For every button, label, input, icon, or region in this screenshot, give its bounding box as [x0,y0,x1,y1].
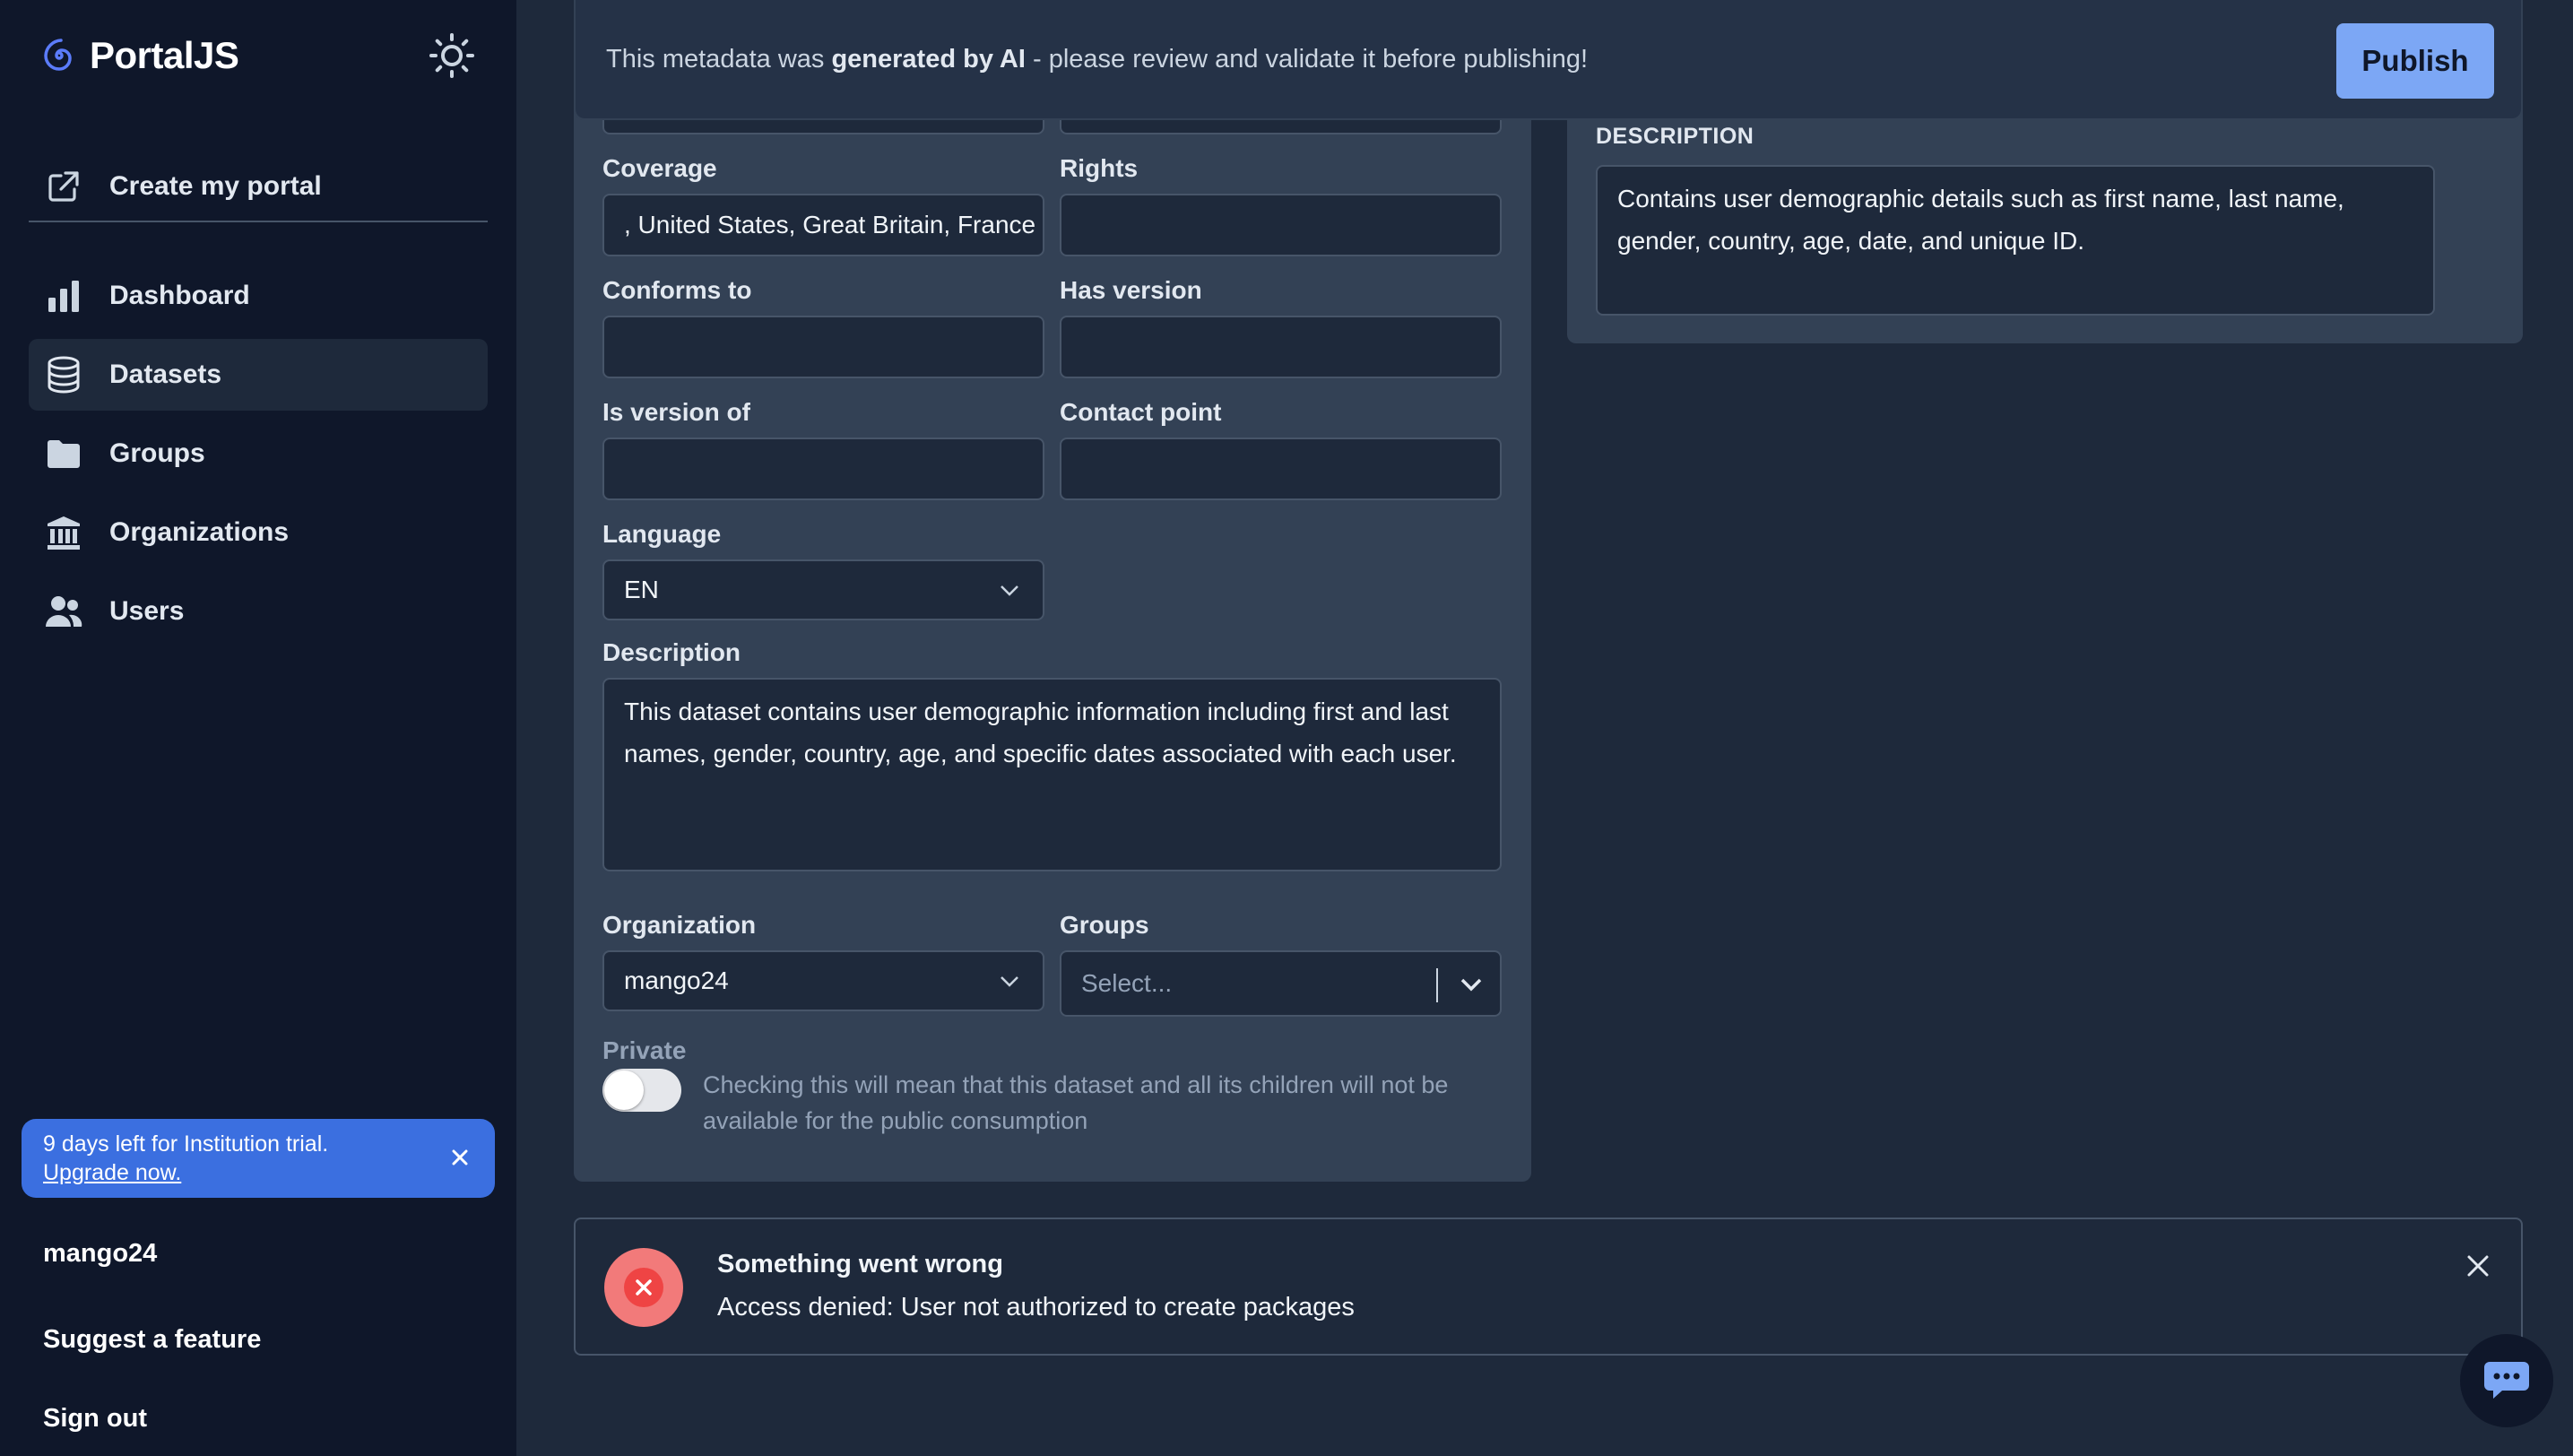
sidebar-item-organizations[interactable]: Organizations [29,497,488,568]
database-icon [45,356,82,394]
alert-message: Access denied: User not authorized to cr… [717,1293,1355,1322]
users-icon [45,593,82,630]
resource-description-label: DESCRIPTION [1596,124,1754,149]
coverage-label: Coverage [602,154,717,182]
create-portal-link[interactable]: Create my portal [29,151,488,222]
sidebar-item-datasets[interactable]: Datasets [29,339,488,411]
sidebar-item-users[interactable]: Users [29,576,488,647]
groups-select[interactable]: Select... [1060,950,1502,1017]
chat-icon [2484,1362,2529,1399]
ai-metadata-banner: This metadata was generated by AI - plea… [574,0,2523,120]
sidebar-item-label: Dashboard [109,281,250,310]
description-textarea[interactable]: This dataset contains user demographic i… [602,678,1502,871]
sign-out-link[interactable]: Sign out [43,1404,147,1434]
banner-bold: generated by AI [831,45,1026,74]
bar-chart-icon [45,277,82,315]
chevron-down-icon [1001,976,1018,987]
brand-logo[interactable]: PortalJS [41,34,239,77]
building-icon [45,514,82,551]
conforms-to-label: Conforms to [602,276,752,304]
sidebar-item-label: Users [109,596,185,626]
private-help-text: Checking this will mean that this datase… [703,1071,1449,1134]
rights-input[interactable] [1060,194,1502,256]
sidebar-item-dashboard[interactable]: Dashboard [29,260,488,332]
sidebar-item-label: Datasets [109,360,222,389]
close-icon[interactable] [448,1146,472,1169]
error-alert: Something went wrong Access denied: User… [574,1218,2523,1356]
sidebar-item-label: Organizations [109,517,290,547]
sidebar-item-label: Groups [109,438,205,468]
groups-label: Groups [1060,911,1149,939]
spiral-logo-icon [44,39,72,71]
conforms-to-input[interactable] [602,316,1044,378]
contact-point-label: Contact point [1060,398,1222,426]
toggle-knob [604,1070,644,1110]
upgrade-link[interactable]: Upgrade now. [43,1160,181,1186]
language-label: Language [602,520,722,548]
coverage-input[interactable]: , United States, Great Britain, France [602,194,1044,256]
banner-message: This metadata was generated by AI - plea… [606,45,1589,74]
has-version-label: Has version [1060,276,1202,304]
publish-button[interactable]: Publish [2336,23,2494,99]
brand-name: PortalJS [90,34,239,76]
create-portal-label: Create my portal [109,171,322,201]
is-version-of-input[interactable] [602,438,1044,500]
sidebar: PortalJS Create my portal Dashboard Data… [0,0,516,1456]
chevron-down-icon [1001,585,1018,596]
organization-select[interactable]: mango24 [602,950,1044,1011]
trial-notice: 9 days left for Institution trial. Upgra… [22,1119,495,1198]
language-select[interactable]: EN [602,559,1044,620]
chat-button[interactable] [2460,1334,2553,1427]
is-version-of-label: Is version of [602,398,750,426]
contact-point-input[interactable] [1060,438,1502,500]
external-link-icon [45,168,82,205]
private-label: Private [602,1036,687,1064]
has-version-input[interactable] [1060,316,1502,378]
current-user[interactable]: mango24 [43,1239,157,1269]
error-icon [604,1248,683,1327]
trial-text: 9 days left for Institution trial. [43,1131,329,1157]
organization-value: mango24 [624,966,729,994]
alert-title: Something went wrong [717,1250,1003,1278]
groups-placeholder: Select... [1081,969,1173,997]
sidebar-item-groups[interactable]: Groups [29,418,488,490]
chevron-down-icon [1460,978,1482,992]
folder-icon [45,435,82,472]
close-icon[interactable] [2465,1253,2491,1278]
nav-divider [29,221,488,222]
description-label: Description [602,638,741,666]
sun-icon[interactable] [429,32,475,79]
organization-label: Organization [602,911,757,939]
select-separator [1436,968,1438,1002]
language-value: EN [624,576,659,603]
suggest-feature-link[interactable]: Suggest a feature [43,1325,261,1355]
rights-label: Rights [1060,154,1139,182]
resource-description-textarea[interactable]: Contains user demographic details such a… [1596,165,2435,316]
